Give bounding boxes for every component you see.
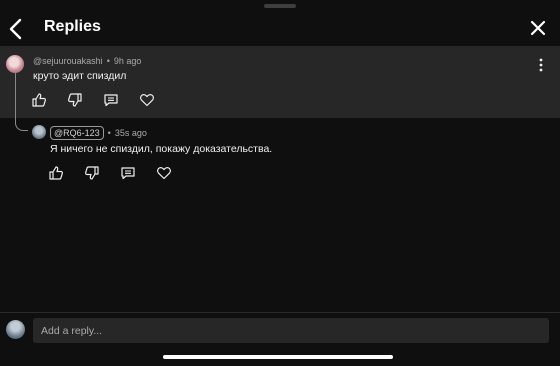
like-icon[interactable] — [31, 92, 47, 108]
divider — [0, 312, 560, 313]
page-title: Replies — [44, 18, 101, 35]
home-indicator — [163, 355, 393, 359]
avatar[interactable] — [32, 125, 46, 139]
comment-text: Я ничего не спиздил, покажу доказательст… — [50, 143, 273, 155]
comment-actions — [48, 165, 172, 181]
author-handle[interactable]: @RQ6-123 — [50, 126, 104, 140]
comment-actions — [31, 92, 155, 108]
heart-icon[interactable] — [139, 92, 155, 108]
more-options-icon[interactable] — [535, 57, 547, 73]
chevron-left-icon[interactable] — [6, 17, 26, 41]
close-icon[interactable] — [527, 17, 549, 39]
author-handle[interactable]: @sejuurouakashi — [33, 56, 103, 66]
reply-icon[interactable] — [103, 92, 119, 108]
avatar[interactable] — [6, 320, 25, 339]
dislike-icon[interactable] — [84, 165, 100, 181]
replies-header: Replies — [0, 0, 560, 46]
thread-connector — [15, 73, 28, 131]
heart-icon[interactable] — [156, 165, 172, 181]
reply-input[interactable]: Add a reply... — [33, 318, 549, 343]
comment-time: 35s ago — [114, 128, 147, 138]
reply-placeholder: Add a reply... — [41, 324, 103, 337]
comment-time: 9h ago — [113, 56, 142, 66]
avatar[interactable] — [6, 55, 24, 73]
comment-meta: @RQ6-123 • 35s ago — [50, 126, 147, 140]
comment-text: круто эдит спиздил — [33, 70, 127, 82]
like-icon[interactable] — [48, 165, 64, 181]
comment-meta: @sejuurouakashi • 9h ago — [33, 56, 142, 66]
reply-icon[interactable] — [120, 165, 136, 181]
dislike-icon[interactable] — [67, 92, 83, 108]
